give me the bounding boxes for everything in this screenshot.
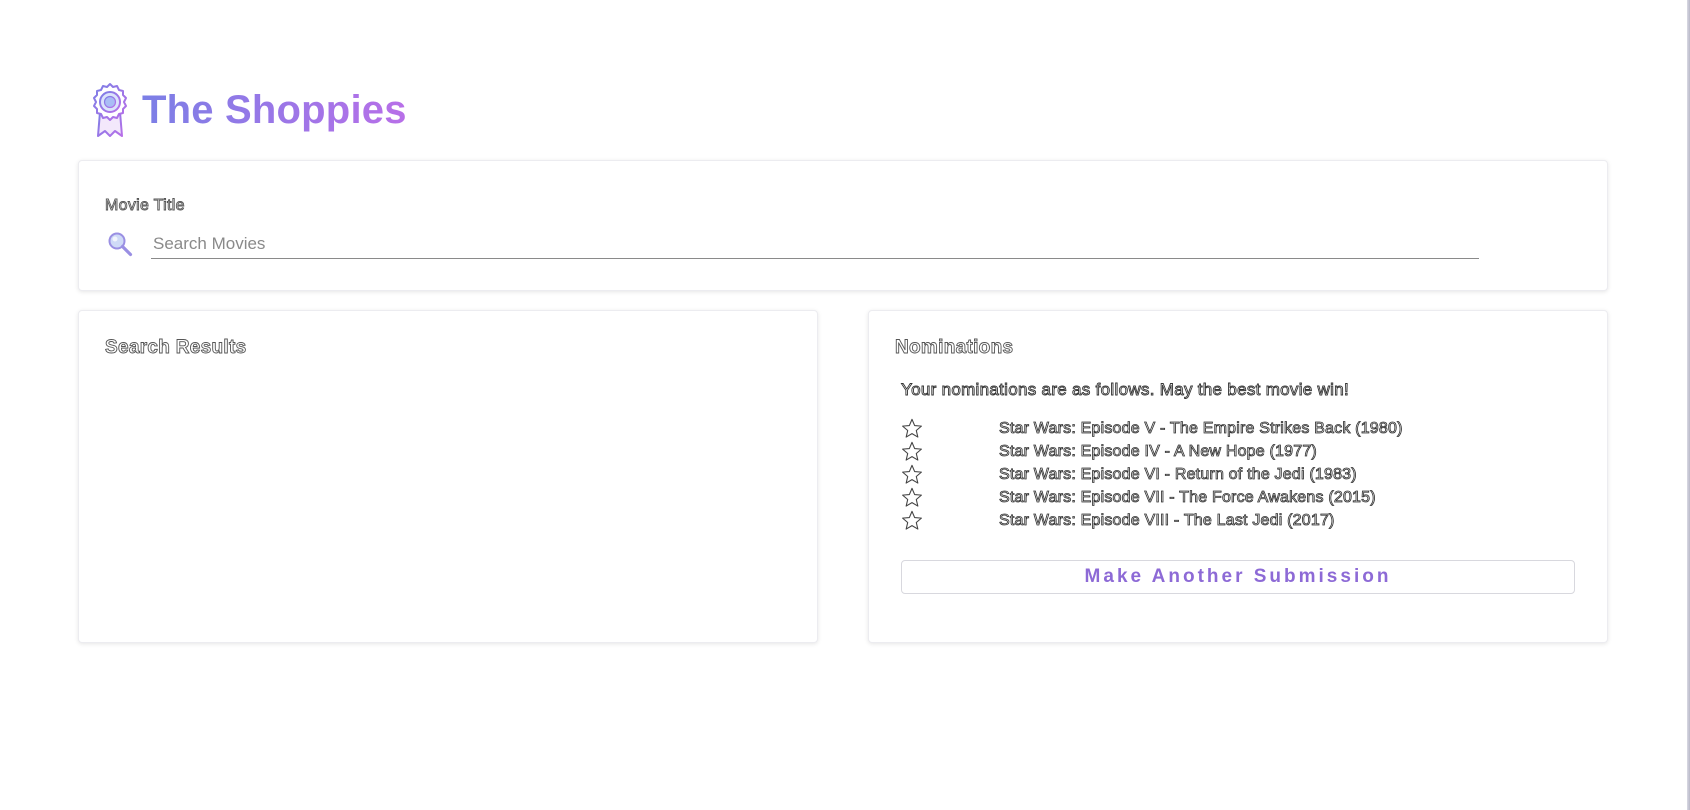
nomination-item: Star Wars: Episode VII - The Force Awake… bbox=[901, 486, 1403, 509]
nominations-heading: Nominations bbox=[895, 337, 1014, 359]
nomination-title: Star Wars: Episode IV - A New Hope (1977… bbox=[999, 442, 1318, 460]
star-outline-icon[interactable] bbox=[901, 510, 923, 531]
search-card: Movie Title bbox=[78, 160, 1608, 291]
app-title: The Shoppies bbox=[142, 87, 407, 132]
award-ribbon-icon bbox=[93, 83, 127, 137]
search-results-heading: Search Results bbox=[105, 337, 247, 359]
nomination-item: Star Wars: Episode VIII - The Last Jedi … bbox=[901, 509, 1403, 532]
app-header: The Shoppies bbox=[88, 82, 407, 138]
movie-title-label: Movie Title bbox=[105, 197, 185, 215]
page: The Shoppies Movie Title Search Results … bbox=[0, 0, 1690, 810]
star-outline-icon[interactable] bbox=[901, 441, 923, 462]
star-outline-icon[interactable] bbox=[901, 418, 923, 439]
search-results-card: Search Results bbox=[78, 310, 818, 643]
nominations-list: Star Wars: Episode V - The Empire Strike… bbox=[901, 417, 1403, 532]
star-outline-icon[interactable] bbox=[901, 464, 923, 485]
nomination-title: Star Wars: Episode VIII - The Last Jedi … bbox=[999, 511, 1335, 529]
search-icon bbox=[108, 232, 133, 257]
nomination-title: Star Wars: Episode VI - Return of the Je… bbox=[999, 465, 1357, 483]
search-input[interactable] bbox=[151, 229, 1479, 259]
nomination-title: Star Wars: Episode VII - The Force Awake… bbox=[999, 488, 1376, 506]
make-another-submission-button[interactable]: Make Another Submission bbox=[901, 560, 1575, 594]
nominations-intro: Your nominations are as follows. May the… bbox=[901, 380, 1350, 400]
star-outline-icon[interactable] bbox=[901, 487, 923, 508]
nomination-item: Star Wars: Episode V - The Empire Strike… bbox=[901, 417, 1403, 440]
nomination-item: Star Wars: Episode IV - A New Hope (1977… bbox=[901, 440, 1403, 463]
nominations-card: Nominations Your nominations are as foll… bbox=[868, 310, 1608, 643]
nomination-item: Star Wars: Episode VI - Return of the Je… bbox=[901, 463, 1403, 486]
nomination-title: Star Wars: Episode V - The Empire Strike… bbox=[999, 419, 1403, 437]
